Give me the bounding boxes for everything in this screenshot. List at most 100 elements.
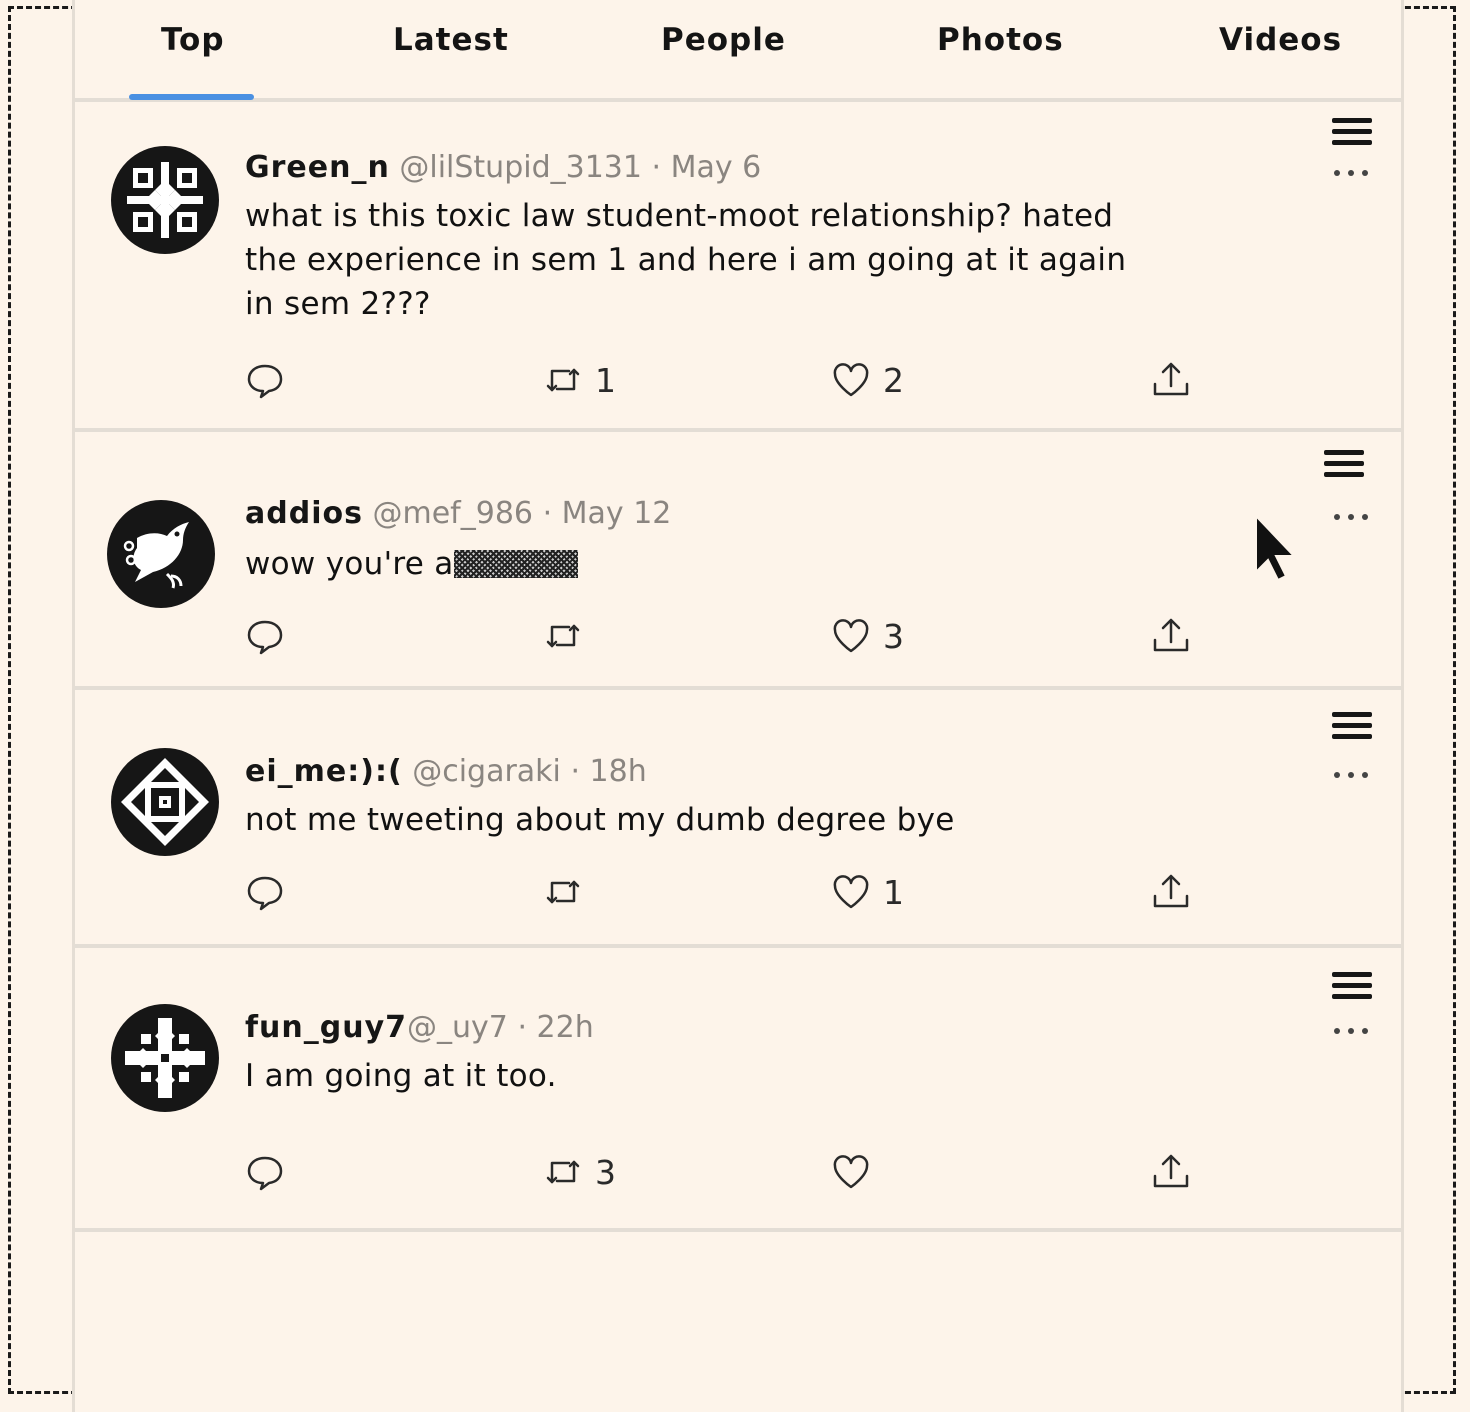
share-icon <box>1153 618 1189 652</box>
retweet-count: 3 <box>595 1152 616 1192</box>
timestamp[interactable]: May 6 <box>671 150 762 185</box>
heart-icon <box>833 875 869 909</box>
reply-icon <box>247 620 283 655</box>
cross-pattern-icon <box>125 1018 205 1098</box>
like-count: 3 <box>883 616 904 656</box>
tweet-text: not me tweeting about my dumb degree bye <box>245 802 955 838</box>
share-button[interactable] <box>1151 616 1191 656</box>
like-count: 1 <box>883 872 904 912</box>
share-button[interactable] <box>1151 872 1191 912</box>
retweet-button[interactable] <box>543 872 595 912</box>
heart-icon <box>833 619 869 653</box>
more-options-button[interactable] <box>1331 164 1371 176</box>
tab-top[interactable]: Top <box>161 22 225 58</box>
like-button[interactable]: 1 <box>831 872 904 912</box>
user-name[interactable]: addios <box>245 496 363 531</box>
ellipsis-icon <box>1334 170 1368 176</box>
avatar[interactable] <box>111 1004 219 1112</box>
reply-icon <box>247 1156 283 1191</box>
tweet-header: ei_me:):( @cigaraki · 18h <box>245 754 647 789</box>
share-icon <box>1153 874 1189 908</box>
ellipsis-icon <box>1334 772 1368 778</box>
tab-bar: Top Latest People Photos Videos <box>75 0 1401 102</box>
user-handle[interactable]: @cigaraki <box>412 754 561 789</box>
hamburger-icon <box>1332 972 1372 999</box>
retweet-icon <box>546 880 580 904</box>
tweet-text-visible: wow you're a <box>245 546 454 582</box>
tweet-actions: 3 <box>75 1152 1401 1192</box>
user-handle[interactable]: @lilStupid_3131 <box>399 150 642 185</box>
avatar[interactable] <box>107 500 215 608</box>
tweet-text: I am going at it too. <box>245 1058 557 1094</box>
user-name[interactable]: ei_me:):( <box>245 754 403 789</box>
tweet[interactable]: Green_n @lilStupid_3131 · May 6 what is … <box>75 102 1401 432</box>
reply-icon <box>247 364 283 399</box>
menu-button[interactable] <box>1329 116 1375 156</box>
retweet-count: 1 <box>595 360 616 400</box>
user-name[interactable]: Green_n <box>245 150 390 185</box>
snowflake-pattern-icon <box>127 162 203 238</box>
active-tab-indicator <box>129 94 254 100</box>
menu-button[interactable] <box>1329 970 1375 1010</box>
tweet-header: addios @mef_986 · May 12 <box>245 496 671 531</box>
heart-icon <box>833 363 869 397</box>
tab-videos[interactable]: Videos <box>1219 22 1342 58</box>
tab-people[interactable]: People <box>661 22 786 58</box>
tweet-header: Green_n @lilStupid_3131 · May 6 <box>245 150 761 185</box>
separator: · <box>570 754 580 789</box>
like-button[interactable]: 3 <box>831 616 904 656</box>
hamburger-icon <box>1324 450 1364 477</box>
ellipsis-icon <box>1334 514 1368 520</box>
reply-button[interactable] <box>245 616 297 656</box>
reply-button[interactable] <box>245 872 297 912</box>
user-handle[interactable]: @_uy7 <box>407 1010 508 1045</box>
separator: · <box>517 1010 527 1045</box>
reply-button[interactable] <box>245 360 297 400</box>
separator: · <box>651 150 662 185</box>
menu-button[interactable] <box>1321 448 1367 488</box>
menu-button[interactable] <box>1329 710 1375 750</box>
avatar[interactable] <box>111 146 219 254</box>
tweet[interactable]: addios @mef_986 · May 12 wow you're a 3 <box>75 432 1401 690</box>
share-button[interactable] <box>1151 360 1191 400</box>
share-button[interactable] <box>1151 1152 1191 1192</box>
reply-button[interactable] <box>245 1152 297 1192</box>
like-button[interactable] <box>831 1152 883 1192</box>
user-name[interactable]: fun_guy7 <box>245 1010 407 1045</box>
like-count: 2 <box>883 360 904 400</box>
reply-icon <box>247 876 283 911</box>
timestamp[interactable]: 22h <box>537 1010 594 1045</box>
heart-icon <box>833 1155 869 1189</box>
hamburger-icon <box>1332 118 1372 145</box>
search-results-panel: Top Latest People Photos Videos Green_n <box>72 0 1404 1412</box>
avatar[interactable] <box>111 748 219 856</box>
tab-latest[interactable]: Latest <box>393 22 509 58</box>
user-handle[interactable]: @mef_986 <box>373 496 534 531</box>
share-icon <box>1153 362 1189 396</box>
bird-icon <box>123 522 189 589</box>
tweet[interactable]: ei_me:):( @cigaraki · 18h not me tweetin… <box>75 690 1401 948</box>
retweet-icon <box>546 368 580 392</box>
timestamp[interactable]: 18h <box>590 754 647 789</box>
retweet-icon <box>546 1160 580 1184</box>
hamburger-icon <box>1332 712 1372 739</box>
separator: · <box>542 496 553 531</box>
tweet-header: fun_guy7@_uy7 · 22h <box>245 1010 594 1045</box>
retweet-button[interactable]: 1 <box>543 360 616 400</box>
tweet-text: what is this toxic law student-moot rela… <box>245 198 1127 322</box>
diamond-pattern-icon <box>121 758 209 846</box>
tweet-actions: 1 2 <box>75 360 1401 400</box>
like-button[interactable]: 2 <box>831 360 904 400</box>
more-options-button[interactable] <box>1331 766 1371 778</box>
timestamp[interactable]: May 12 <box>562 496 672 531</box>
retweet-icon <box>546 624 580 648</box>
redacted-block <box>453 550 578 578</box>
more-options-button[interactable] <box>1331 1022 1371 1034</box>
retweet-button[interactable]: 3 <box>543 1152 616 1192</box>
retweet-button[interactable] <box>543 616 595 656</box>
tweet-actions: 1 <box>75 872 1401 912</box>
more-options-button[interactable] <box>1331 508 1371 520</box>
tab-photos[interactable]: Photos <box>937 22 1064 58</box>
mouse-pointer-icon <box>1255 514 1297 582</box>
tweet[interactable]: fun_guy7@_uy7 · 22h I am going at it too… <box>75 948 1401 1232</box>
